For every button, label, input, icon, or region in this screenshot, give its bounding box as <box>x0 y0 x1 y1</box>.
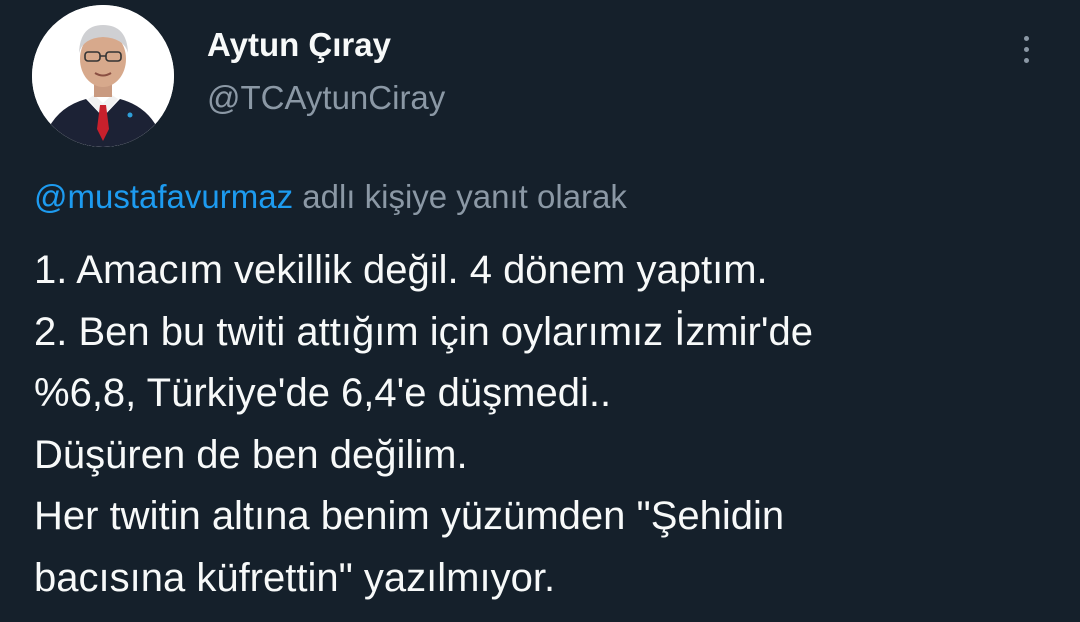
reply-context-suffix: adlı kişiye yanıt olarak <box>293 178 627 215</box>
tweet-body-line: %6,8, Türkiye'de 6,4'e düşmedi.. <box>34 371 612 415</box>
profile-photo-icon <box>32 5 174 147</box>
tweet-body-line: 1. Amacım vekillik değil. 4 dönem yaptım… <box>34 248 768 292</box>
reply-context: @mustafavurmaz adlı kişiye yanıt olarak <box>34 178 627 216</box>
author-display-name[interactable]: Aytun Çıray <box>207 26 391 64</box>
avatar[interactable] <box>32 5 174 147</box>
tweet-body-line: 2. Ben bu twiti attığım için oylarımız İ… <box>34 309 814 354</box>
more-options-button[interactable] <box>1008 30 1044 70</box>
tweet-body-line: Her twitin altına benim yüzümden "Şehidi… <box>34 494 785 538</box>
reply-mention-link[interactable]: @mustafavurmaz <box>34 178 293 215</box>
tweet-card: Aytun Çıray @TCAytunCiray @mustafavurmaz… <box>0 0 1080 622</box>
tweet-body: 1. Amacım vekillik değil. 4 dönem yaptım… <box>34 240 1064 609</box>
tweet-body-line: Düşüren de ben değilim. <box>34 432 468 477</box>
author-handle[interactable]: @TCAytunCiray <box>207 79 445 117</box>
tweet-body-line: bacısına küfrettin" yazılmıyor. <box>34 555 556 600</box>
